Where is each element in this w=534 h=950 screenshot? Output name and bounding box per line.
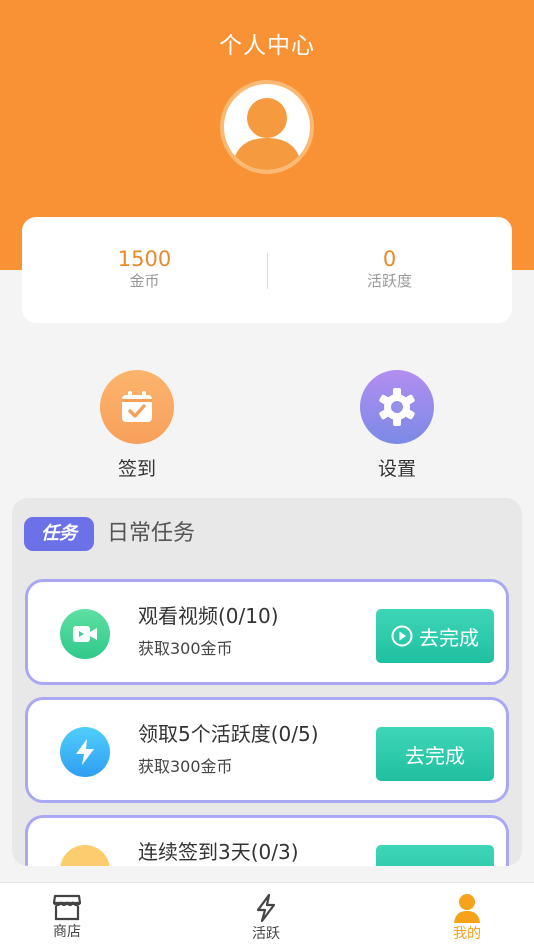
activity-label: 活跃度 [366, 272, 412, 290]
bottom-tab-bar: 商店 活跃 我的 [0, 882, 534, 950]
settings-button[interactable]: 设置 [337, 370, 457, 481]
task-name: 领取5个活跃度(0/5) [138, 722, 319, 746]
go-complete-button[interactable]: 去完成 [376, 727, 494, 781]
activity-stat[interactable]: 0 活跃度 [267, 247, 512, 291]
lightning-icon [256, 893, 276, 923]
task-card: 连续签到3天(0/3) [25, 815, 509, 866]
coins-value: 1500 [117, 247, 172, 271]
user-silhouette-icon [232, 98, 302, 170]
go-complete-button[interactable]: 去完成 [376, 609, 494, 663]
task-reward: 获取300金币 [138, 757, 233, 776]
task-card: 领取5个活跃度(0/5) 获取300金币 去完成 [25, 697, 509, 803]
checkin-button[interactable]: 签到 [77, 370, 197, 481]
video-icon [60, 609, 110, 659]
shop-icon [52, 894, 82, 921]
task-card: 观看视频(0/10) 获取300金币 去完成 [25, 579, 509, 685]
go-complete-button[interactable] [376, 845, 494, 866]
page-title: 个人中心 [219, 33, 315, 59]
tab-label: 商店 [53, 924, 81, 940]
calendar-check-icon [100, 370, 174, 444]
tab-mine[interactable]: 我的 [427, 893, 507, 943]
button-label: 去完成 [405, 743, 465, 768]
checkin-label: 签到 [117, 458, 156, 480]
task-reward: 获取300金币 [138, 639, 233, 658]
task-badge: 任务 [24, 517, 94, 551]
daily-tasks-panel: 任务 日常任务 观看视频(0/10) 获取300金币 去完成 领取5个活跃度(0… [12, 498, 522, 866]
coins-stat[interactable]: 1500 金币 [22, 247, 267, 291]
lightning-icon [60, 727, 110, 777]
gear-icon [360, 370, 434, 444]
settings-label: 设置 [377, 458, 416, 480]
play-circle-icon [391, 625, 413, 647]
avatar[interactable] [220, 80, 314, 174]
tab-label: 活跃 [252, 926, 280, 942]
task-name: 观看视频(0/10) [138, 604, 279, 628]
button-label: 去完成 [419, 625, 479, 650]
tab-label: 我的 [453, 926, 481, 942]
activity-value: 0 [382, 247, 397, 271]
panel-title: 日常任务 [107, 521, 196, 546]
coins-label: 金币 [129, 272, 160, 290]
user-icon [454, 894, 480, 923]
task-name: 连续签到3天(0/3) [138, 840, 299, 864]
tab-activity[interactable]: 活跃 [226, 893, 306, 943]
task-icon [60, 845, 110, 866]
tab-shop[interactable]: 商店 [27, 893, 107, 941]
stats-card: 1500 金币 0 活跃度 [22, 217, 512, 323]
